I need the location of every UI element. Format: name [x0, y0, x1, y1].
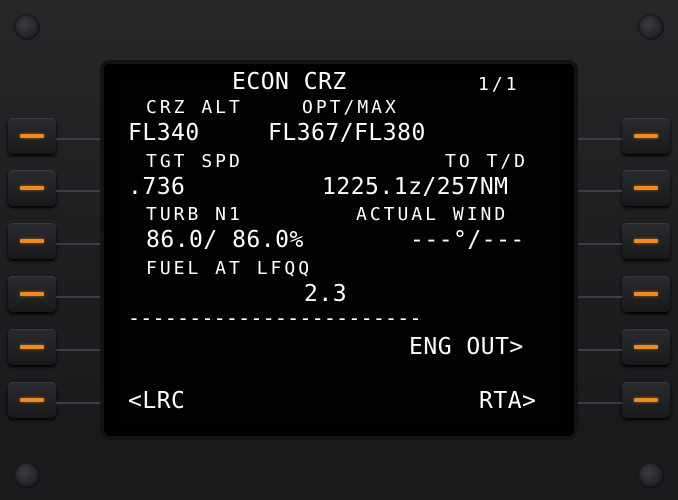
tgt-spd-label: TGT SPD — [146, 151, 243, 172]
lsk-leader-line — [576, 243, 622, 245]
to-td-value: 1225.1z/257NM — [322, 174, 509, 200]
lsk-leader-line — [576, 296, 622, 298]
rta-prompt[interactable]: RTA> — [479, 390, 536, 413]
lsk-indicator — [634, 345, 658, 349]
page-title: ECON CRZ — [232, 69, 347, 95]
fuel-at-dest-label: FUEL AT LFQQ — [146, 258, 313, 279]
lsk-leader-line — [576, 402, 622, 404]
screw-bottom-left — [14, 462, 40, 488]
actual-wind-label: ACTUAL WIND — [356, 204, 509, 225]
screw-bottom-right — [638, 462, 664, 488]
screw-top-left — [14, 14, 40, 40]
lsk-leader-line — [56, 190, 102, 192]
screw-top-right — [638, 14, 664, 40]
lsk-indicator — [20, 398, 44, 402]
separator-line: ------------------------ — [128, 306, 422, 330]
lsk-5r-button[interactable] — [622, 329, 670, 365]
lsk-leader-line — [56, 349, 102, 351]
lsk-1r-button[interactable] — [622, 118, 670, 154]
lsk-indicator — [634, 239, 658, 243]
lsk-indicator — [20, 239, 44, 243]
fuel-at-dest-value: 2.3 — [304, 281, 348, 307]
opt-max-label: OPT/MAX — [302, 97, 399, 118]
turb-n1-value: 86.0/ 86.0% — [146, 227, 304, 253]
lsk-6r-button[interactable] — [622, 382, 670, 418]
lsk-1l-button[interactable] — [8, 118, 56, 154]
lsk-leader-line — [576, 349, 622, 351]
lsk-5l-button[interactable] — [8, 329, 56, 365]
lsk-indicator — [20, 292, 44, 296]
opt-max-value: FL367/FL380 — [268, 120, 426, 146]
eng-out-prompt[interactable]: ENG OUT> — [409, 336, 524, 359]
lsk-leader-line — [576, 190, 622, 192]
lsk-leader-line — [56, 402, 102, 404]
lsk-indicator — [634, 134, 658, 138]
lsk-3r-button[interactable] — [622, 223, 670, 259]
lsk-indicator — [20, 186, 44, 190]
tgt-spd-value[interactable]: .736 — [128, 176, 185, 199]
lsk-6l-button[interactable] — [8, 382, 56, 418]
lsk-2l-button[interactable] — [8, 170, 56, 206]
lsk-3l-button[interactable] — [8, 223, 56, 259]
lsk-leader-line — [56, 296, 102, 298]
lsk-leader-line — [56, 138, 102, 140]
lsk-leader-line — [576, 138, 622, 140]
lsk-indicator — [634, 398, 658, 402]
lsk-2r-button[interactable] — [622, 170, 670, 206]
lsk-indicator — [20, 345, 44, 349]
actual-wind-value: ---°/--- — [410, 227, 525, 253]
lsk-leader-line — [56, 243, 102, 245]
lsk-indicator — [20, 134, 44, 138]
lsk-indicator — [634, 292, 658, 296]
lsk-4r-button[interactable] — [622, 276, 670, 312]
lrc-prompt[interactable]: <LRC — [128, 390, 185, 413]
turb-n1-label: TURB N1 — [146, 204, 243, 225]
crz-alt-label: CRZ ALT — [146, 97, 243, 118]
to-td-label: TO T/D — [445, 151, 529, 172]
lsk-indicator — [634, 186, 658, 190]
lsk-4l-button[interactable] — [8, 276, 56, 312]
crz-alt-value[interactable]: FL340 — [128, 122, 200, 145]
page-number: 1/1 — [478, 74, 520, 95]
